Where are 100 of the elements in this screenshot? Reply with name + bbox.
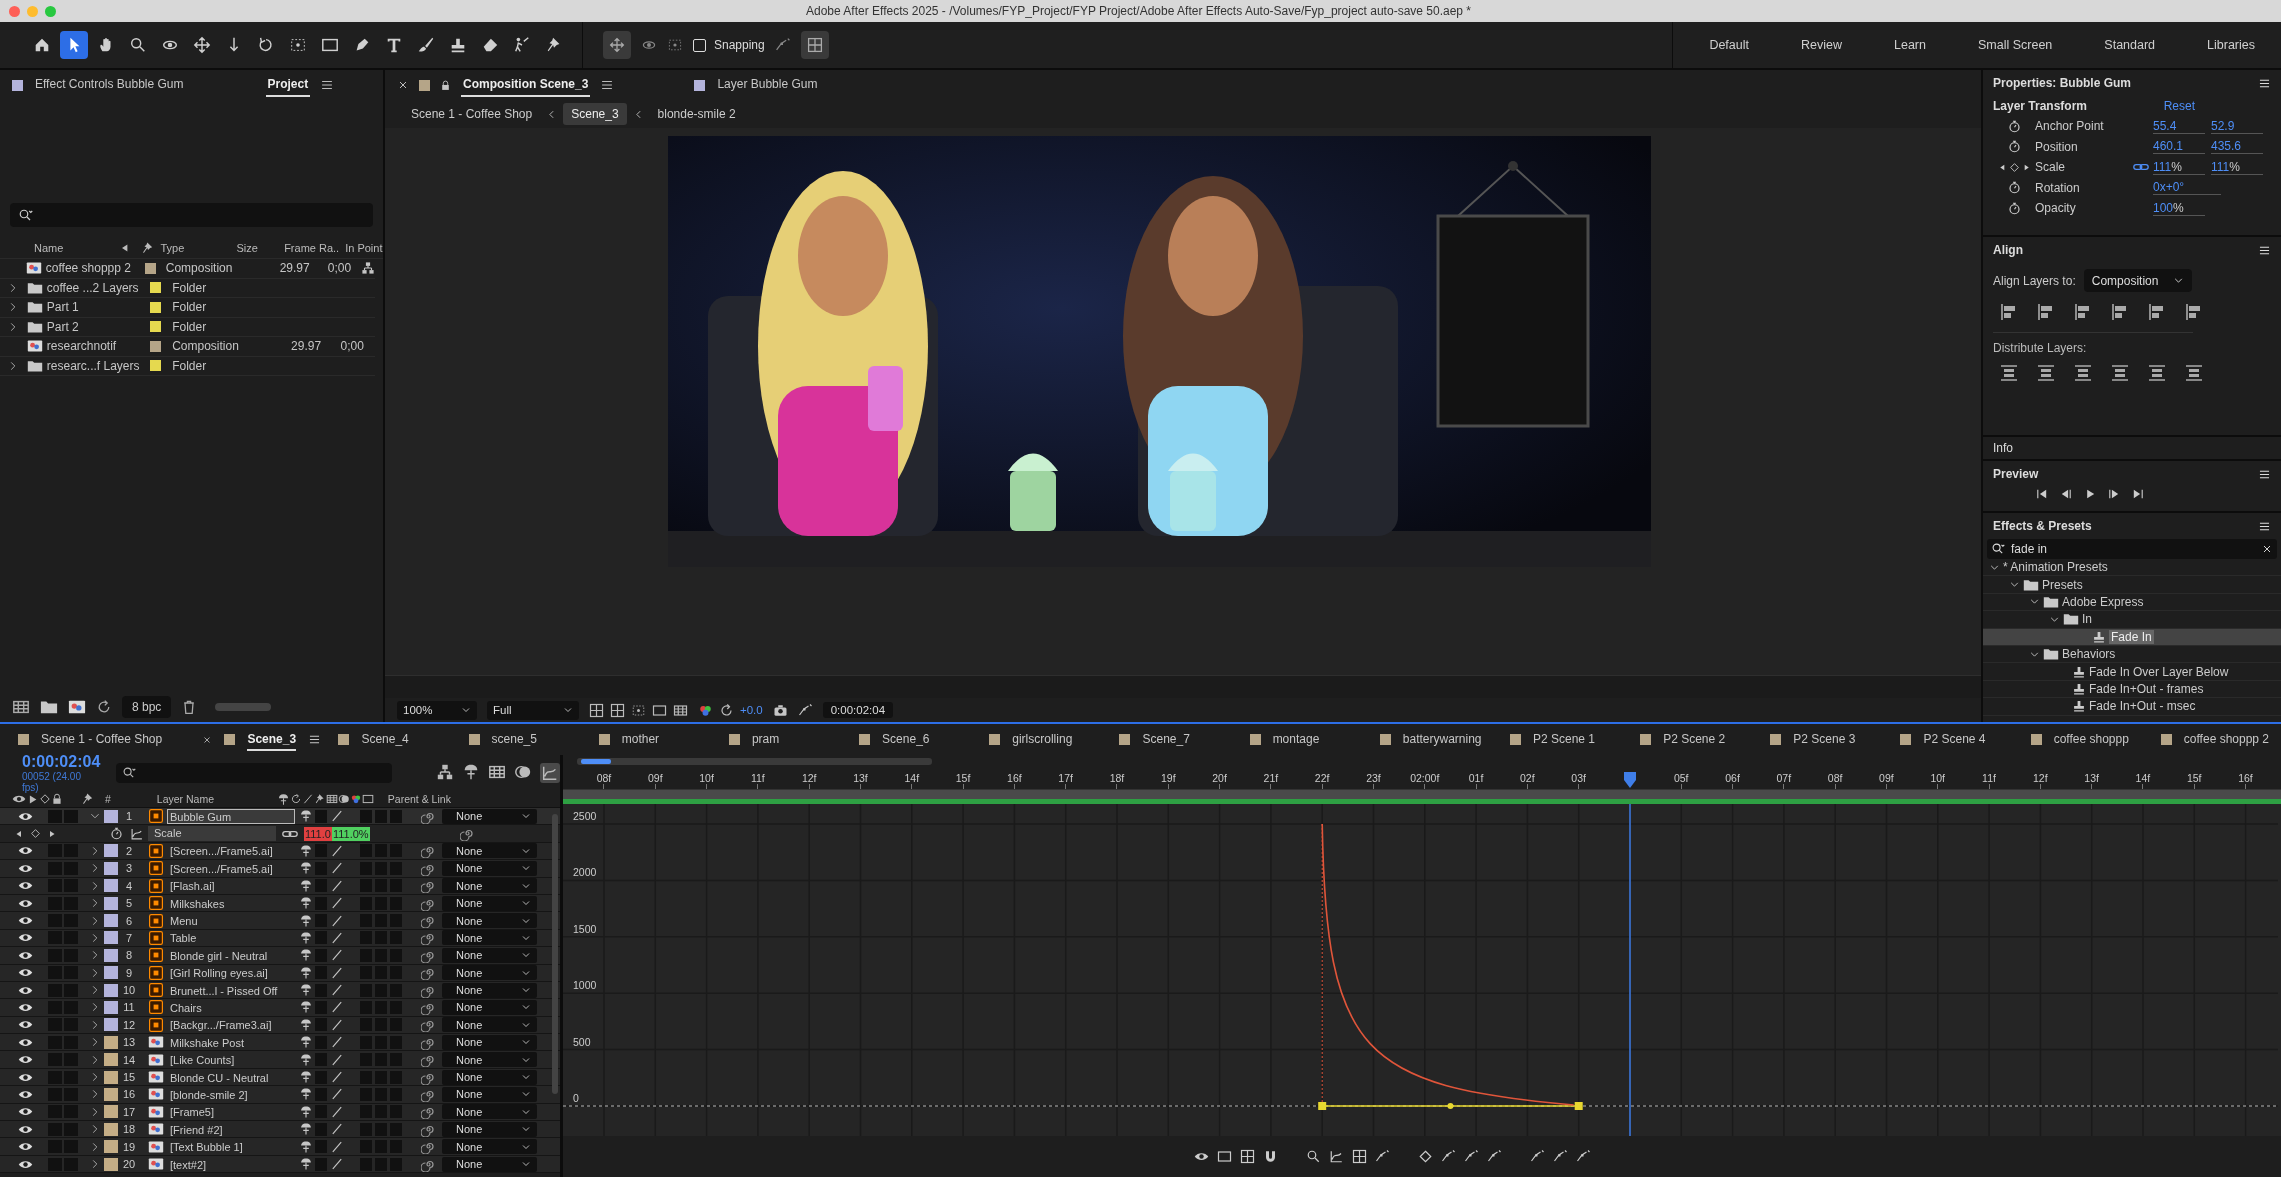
timeline-tab[interactable]: montage xyxy=(1272,728,1320,751)
item-name[interactable]: Part 2 xyxy=(46,319,79,334)
layer-name[interactable]: [Flash.ai] xyxy=(167,878,295,894)
workspace-tab[interactable]: Review xyxy=(1775,22,1868,68)
panel-tab[interactable]: Composition Scene_3 xyxy=(461,73,591,97)
value-field[interactable]: 100% xyxy=(2153,200,2205,216)
parent-dropdown[interactable]: None xyxy=(442,1000,537,1015)
reset-link[interactable]: Reset xyxy=(2163,99,2195,113)
item-name[interactable]: coffee shoppp 2 xyxy=(45,261,131,276)
layer-name[interactable]: Milkshakes xyxy=(167,895,295,911)
parent-dropdown[interactable]: None xyxy=(442,808,537,824)
parent-dropdown[interactable]: None xyxy=(442,1156,537,1172)
column-header[interactable]: Layer Name xyxy=(156,793,277,805)
timeline-tab[interactable]: Scene_4 xyxy=(361,728,409,751)
workspace-tab[interactable]: Standard xyxy=(2078,22,2182,68)
layer-name[interactable]: Bubble Gum xyxy=(167,808,295,824)
timeline-tab[interactable]: Scene_6 xyxy=(882,728,930,751)
tree-item[interactable]: Fade In+Out - frames xyxy=(1983,680,2281,699)
layer-name[interactable]: [Girl Rolling eyes.ai] xyxy=(167,965,295,981)
layer-name[interactable]: [Like Counts] xyxy=(167,1052,295,1068)
layer-name[interactable]: Blonde girl - Neutral xyxy=(167,947,295,963)
timeline-tab[interactable]: Scene 1 - Coffee Shop xyxy=(41,728,163,751)
column-header[interactable]: In Point xyxy=(339,241,383,254)
timeline-tab[interactable]: P2 Scene 2 xyxy=(1663,728,1726,751)
parent-dropdown[interactable]: None xyxy=(442,965,537,981)
layer-name[interactable]: [Screen.../Frame5.ai] xyxy=(167,843,295,859)
layer-name[interactable]: Blonde CU - Neutral xyxy=(167,1069,295,1085)
resolution-dropdown[interactable]: Full xyxy=(487,700,579,720)
timeline-tab[interactable]: coffee shoppp xyxy=(2053,728,2129,751)
tree-item[interactable]: In xyxy=(1983,611,2281,629)
timeline-tab[interactable]: mother xyxy=(621,728,660,751)
layer-name[interactable]: Menu xyxy=(167,913,295,929)
layer-name[interactable]: [Text Bubble 1] xyxy=(167,1139,295,1155)
value-field[interactable]: 55.4 xyxy=(2153,118,2205,134)
parent-dropdown[interactable]: None xyxy=(442,1052,537,1068)
parent-dropdown[interactable]: None xyxy=(442,1121,537,1137)
layer-name[interactable]: [Friend #2] xyxy=(167,1121,295,1137)
tree-item[interactable]: Adobe Express xyxy=(1983,593,2281,612)
tree-item[interactable]: Fade In+Out - msec xyxy=(1983,698,2281,716)
layer-name[interactable]: [blonde-smile 2] xyxy=(167,1086,295,1102)
value-field[interactable]: 111% xyxy=(2153,159,2205,175)
column-header[interactable]: # xyxy=(105,793,111,805)
timeline-tab[interactable]: pram xyxy=(751,728,780,751)
layer-name[interactable]: [text#2] xyxy=(167,1156,295,1172)
align-to-dropdown[interactable]: Composition xyxy=(2083,269,2192,292)
zoom-dropdown[interactable]: 100% xyxy=(397,700,477,720)
tree-item[interactable]: Behaviors xyxy=(1983,645,2281,664)
timeline-tab[interactable]: girlscrolling xyxy=(1012,728,1073,751)
parent-dropdown[interactable]: None xyxy=(442,982,537,998)
tree-item[interactable]: Presets xyxy=(1983,576,2281,594)
breadcrumb[interactable]: blonde-smile 2 xyxy=(649,103,744,125)
tree-item[interactable]: * Animation Presets xyxy=(1983,559,2281,577)
value-field[interactable]: 435.6 xyxy=(2211,139,2263,155)
breadcrumb[interactable]: Scene_3 xyxy=(563,103,627,125)
layer-name[interactable]: Chairs xyxy=(167,1000,295,1015)
parent-dropdown[interactable]: None xyxy=(442,947,537,963)
parent-dropdown[interactable]: None xyxy=(442,913,537,929)
column-header[interactable]: Name xyxy=(34,241,64,254)
panel-tab[interactable]: Layer Bubble Gum xyxy=(715,73,820,97)
item-name[interactable]: Part 1 xyxy=(46,300,79,315)
value-field[interactable]: 0x+0° xyxy=(2153,180,2221,196)
layer-name[interactable]: Brunett...l - Pissed Off xyxy=(167,982,295,998)
layer-name[interactable]: [Backgr.../Frame3.ai] xyxy=(167,1017,295,1033)
parent-dropdown[interactable]: None xyxy=(442,1034,537,1050)
timeline-tab[interactable]: coffee shoppp 2 xyxy=(2183,728,2269,751)
parent-dropdown[interactable]: None xyxy=(442,1086,537,1102)
property-value[interactable]: 111.0 xyxy=(304,826,332,841)
value-field[interactable]: 460.1 xyxy=(2153,139,2205,155)
parent-dropdown[interactable]: None xyxy=(442,1017,537,1033)
parent-dropdown[interactable]: None xyxy=(442,1104,537,1120)
panel-tab[interactable]: Project xyxy=(265,73,311,97)
column-header[interactable]: Size xyxy=(230,241,279,254)
timeline-tab[interactable]: batterywarning xyxy=(1402,728,1482,751)
breadcrumb[interactable]: Scene 1 - Coffee Shop xyxy=(403,103,541,125)
layer-name[interactable]: Table xyxy=(167,930,295,946)
parent-dropdown[interactable]: None xyxy=(442,860,537,876)
bit-depth-button[interactable]: 8 bpc xyxy=(122,696,172,718)
workspace-tab[interactable]: Default xyxy=(1683,22,1775,68)
item-name[interactable]: researchnotif xyxy=(46,339,117,354)
workspace-tab[interactable]: Small Screen xyxy=(1952,22,2079,68)
parent-dropdown[interactable]: None xyxy=(442,930,537,946)
parent-dropdown[interactable]: None xyxy=(442,1069,537,1085)
parent-dropdown[interactable]: None xyxy=(442,878,537,894)
column-header[interactable]: Frame Ra.. xyxy=(278,241,340,254)
layer-name[interactable]: Milkshake Post xyxy=(167,1034,295,1050)
timeline-tab[interactable]: Scene_3 xyxy=(247,728,297,751)
parent-dropdown[interactable]: None xyxy=(442,895,537,911)
tree-item[interactable]: Fade In Over Layer Below xyxy=(1983,663,2281,681)
column-header[interactable]: Type xyxy=(154,241,231,254)
parent-dropdown[interactable]: None xyxy=(442,843,537,859)
item-name[interactable]: researc...f Layers xyxy=(46,358,140,373)
timeline-tab[interactable]: P2 Scene 1 xyxy=(1532,728,1595,751)
current-time[interactable]: 0:00:02:04 xyxy=(22,753,101,771)
value-field[interactable]: 111% xyxy=(2211,159,2263,175)
panel-tab[interactable]: Effect Controls Bubble Gum xyxy=(33,73,186,97)
parent-dropdown[interactable]: None xyxy=(442,1139,537,1155)
search-field[interactable]: fade in xyxy=(1987,539,2277,559)
timeline-tab[interactable]: scene_5 xyxy=(491,728,537,751)
column-header[interactable]: Parent & Link xyxy=(387,793,451,805)
item-name[interactable]: coffee ...2 Layers xyxy=(46,280,139,295)
